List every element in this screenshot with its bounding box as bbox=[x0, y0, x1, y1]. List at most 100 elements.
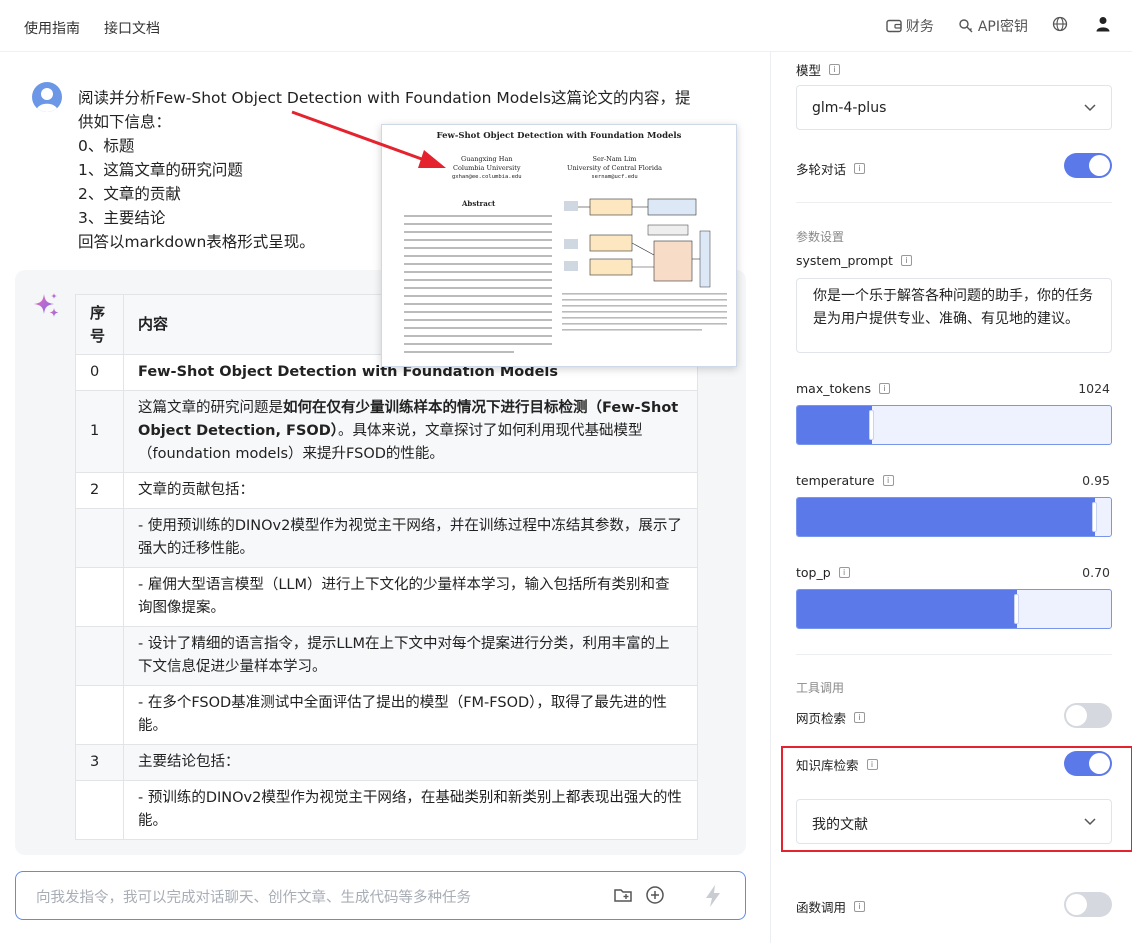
nav-usage-guide[interactable]: 使用指南 bbox=[24, 18, 80, 38]
text-line bbox=[404, 303, 552, 305]
folder-icon bbox=[614, 889, 632, 902]
user-icon bbox=[1096, 17, 1110, 32]
row-content: - 雇佣大型语言模型（LLM）进行上下文化的少量样本学习，输入包括所有类别和查询… bbox=[123, 567, 698, 627]
text-line bbox=[404, 271, 552, 273]
row-content: - 设计了精细的语言指令，提示LLM在上下文中对每个提案进行分类，利用丰富的上下… bbox=[123, 626, 698, 686]
lightning-icon bbox=[706, 885, 720, 907]
model-select-value: glm-4-plus bbox=[812, 100, 887, 116]
language-button[interactable] bbox=[1052, 16, 1072, 36]
function-call-toggle[interactable] bbox=[1064, 892, 1112, 917]
info-icon: i bbox=[829, 64, 841, 75]
model-label: 模型 i bbox=[796, 60, 841, 79]
user-avatar bbox=[32, 82, 62, 112]
paper-abstract-title: Abstract bbox=[462, 199, 496, 208]
api-key-label: API密钥 bbox=[977, 19, 1028, 35]
text-line bbox=[404, 223, 552, 225]
text-line bbox=[404, 279, 552, 281]
top-p-slider[interactable] bbox=[796, 589, 1112, 629]
tools-section-title: 工具调用 bbox=[796, 681, 845, 695]
key-icon bbox=[959, 19, 973, 33]
multi-turn-toggle[interactable] bbox=[1064, 153, 1112, 178]
answer-table: 序号 内容 0 Few-Shot Object Detection with F… bbox=[75, 294, 698, 840]
row-number bbox=[75, 567, 124, 627]
text-line bbox=[404, 335, 552, 337]
add-button[interactable] bbox=[645, 885, 665, 909]
multi-turn-label: 多轮对话 i bbox=[796, 159, 866, 178]
row-number: 2 bbox=[75, 472, 124, 509]
text-line bbox=[404, 263, 552, 265]
row-number: 0 bbox=[75, 354, 124, 391]
max-tokens-slider[interactable] bbox=[796, 405, 1112, 445]
web-search-toggle[interactable] bbox=[1064, 703, 1112, 728]
function-call-label: 函数调用 i bbox=[796, 897, 866, 916]
row-content: - 在多个FSOD基准测试中全面评估了提出的模型（FM-FSOD），取得了最先进… bbox=[123, 685, 698, 745]
finance-button[interactable]: 财务 bbox=[886, 16, 934, 36]
globe-icon bbox=[1052, 16, 1068, 32]
info-icon: i bbox=[900, 255, 912, 266]
text-line bbox=[404, 311, 552, 313]
max-tokens-label: max_tokens i bbox=[796, 381, 890, 396]
wallet-icon bbox=[886, 19, 902, 33]
temperature-value: 0.95 bbox=[1082, 473, 1110, 488]
slider-handle[interactable] bbox=[1013, 594, 1019, 624]
row-content: 主要结论包括： bbox=[123, 744, 698, 781]
info-icon: i bbox=[854, 901, 866, 912]
api-key-button[interactable]: API密钥 bbox=[958, 16, 1028, 36]
folder-upload-button[interactable] bbox=[613, 885, 633, 909]
row-number bbox=[75, 626, 124, 686]
plus-circle-icon bbox=[646, 886, 664, 904]
row-content: 文章的贡献包括： bbox=[123, 472, 698, 509]
system-prompt-label: system_prompt i bbox=[796, 253, 912, 268]
text-line bbox=[404, 287, 552, 289]
row-content: - 预训练的DINOv2模型作为视觉主干网络，在基础类别和新类别上都表现出强大的… bbox=[123, 780, 698, 840]
max-tokens-value: 1024 bbox=[1078, 381, 1110, 396]
paper-figure bbox=[562, 195, 732, 337]
row-number bbox=[75, 685, 124, 745]
chevron-down-icon bbox=[1084, 104, 1096, 112]
text-line bbox=[404, 319, 552, 321]
system-prompt-input[interactable]: 你是一个乐于解答各种问题的助手，你的任务是为用户提供专业、准确、有见地的建议。 bbox=[796, 278, 1112, 353]
settings-panel: 模型 i glm-4-plus 多轮对话 i 参数设置 system_prompt i… bbox=[770, 52, 1132, 943]
info-icon: i bbox=[882, 475, 894, 486]
column-header-number: 序号 bbox=[75, 294, 124, 355]
info-icon: i bbox=[878, 383, 890, 394]
slider-handle[interactable] bbox=[869, 410, 875, 440]
nav-api-docs[interactable]: 接口文档 bbox=[104, 18, 160, 38]
chat-input-placeholder[interactable]: 向我发指令，我可以完成对话聊天、创作文章、生成代码等多种任务 bbox=[36, 886, 471, 907]
table-row: - 设计了精细的语言指令，提示LLM在上下文中对每个提案进行分类，利用丰富的上下… bbox=[75, 626, 698, 686]
finance-label: 财务 bbox=[905, 19, 934, 35]
chat-input-box[interactable]: 向我发指令，我可以完成对话聊天、创作文章、生成代码等多种任务 bbox=[15, 871, 746, 920]
row-number: 1 bbox=[75, 390, 124, 473]
paper-author-2: Ser-Nam Lim University of Central Florid… bbox=[567, 155, 662, 180]
slider-handle[interactable] bbox=[1092, 502, 1098, 532]
user-menu-button[interactable] bbox=[1096, 16, 1114, 36]
send-button[interactable] bbox=[705, 885, 721, 911]
top-p-label: top_p i bbox=[796, 565, 850, 580]
top-bar: 使用指南 接口文档 财务 API密钥 bbox=[0, 0, 1132, 52]
web-search-label: 网页检索 i bbox=[796, 708, 866, 727]
temperature-slider[interactable] bbox=[796, 497, 1112, 537]
row-number bbox=[75, 780, 124, 840]
temperature-label: temperature i bbox=[796, 473, 894, 488]
table-row: - 在多个FSOD基准测试中全面评估了提出的模型（FM-FSOD），取得了最先进… bbox=[75, 685, 698, 745]
text-line bbox=[404, 343, 552, 345]
table-row: - 使用预训练的DINOv2模型作为视觉主干网络，并在训练过程中冻结其参数，展示… bbox=[75, 508, 698, 568]
paper-title: Few-Shot Object Detection with Foundatio… bbox=[436, 131, 682, 141]
divider bbox=[796, 654, 1112, 655]
model-select[interactable]: glm-4-plus bbox=[796, 85, 1112, 130]
table-row: 1 这篇文章的研究问题是如何在仅有少量训练样本的情况下进行目标检测（Few-Sh… bbox=[75, 390, 698, 473]
text-line bbox=[404, 255, 552, 257]
params-section-title: 参数设置 bbox=[796, 230, 845, 244]
table-row: 3 主要结论包括： bbox=[75, 744, 698, 781]
row-content: 这篇文章的研究问题是如何在仅有少量训练样本的情况下进行目标检测（Few-Shot… bbox=[123, 390, 698, 473]
top-p-value: 0.70 bbox=[1082, 565, 1110, 580]
info-icon: i bbox=[854, 163, 866, 174]
person-icon bbox=[36, 88, 58, 112]
row-content: - 使用预训练的DINOv2模型作为视觉主干网络，并在训练过程中冻结其参数，展示… bbox=[123, 508, 698, 568]
text-line bbox=[404, 239, 552, 241]
top-right-actions: 财务 API密钥 bbox=[886, 16, 1132, 36]
table-row: 2 文章的贡献包括： bbox=[75, 472, 698, 509]
row-number bbox=[75, 508, 124, 568]
table-row: - 预训练的DINOv2模型作为视觉主干网络，在基础类别和新类别上都表现出强大的… bbox=[75, 780, 698, 840]
text-line bbox=[404, 351, 514, 353]
